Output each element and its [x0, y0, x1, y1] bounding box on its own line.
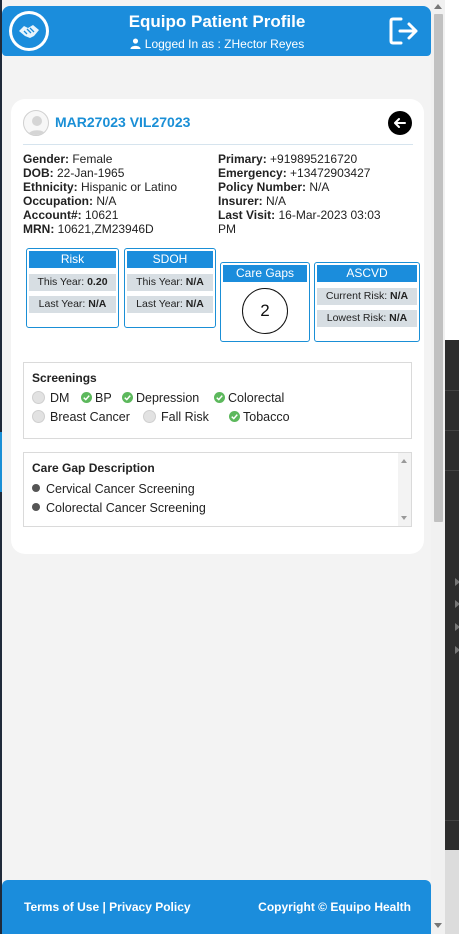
patient-name: MAR27023 VIL27023	[55, 114, 191, 130]
bullet-icon	[32, 503, 40, 511]
risk-panel: Risk This Year: 0.20 Last Year: N/A	[26, 248, 119, 328]
scroll-down-arrow-icon[interactable]	[434, 923, 442, 928]
header-bar: Equipo Patient Profile Logged In as : ZH…	[2, 6, 431, 56]
footer-links: Terms of Use | Privacy Policy	[24, 900, 191, 914]
care-gaps-title: Care Gaps	[223, 265, 307, 282]
sdoh-panel: SDOH This Year: N/A Last Year: N/A	[124, 248, 216, 328]
gender-row: Gender: Female	[23, 152, 113, 166]
occupation-row: Occupation: N/A	[23, 194, 117, 208]
user-icon	[130, 38, 141, 49]
ascvd-current-risk: Current Risk: N/A	[317, 288, 417, 305]
patient-demographics: Gender: Female DOB: 22-Jan-1965 Ethnicit…	[23, 152, 213, 236]
care-gaps-panel[interactable]: Care Gaps 2	[220, 262, 310, 342]
sdoh-title: SDOH	[127, 251, 213, 268]
divider	[23, 144, 413, 145]
mrn-row: MRN: 10621,ZM23946D	[23, 222, 154, 236]
privacy-policy-link[interactable]: Privacy Policy	[109, 900, 190, 914]
insurer-row: Insurer: N/A	[218, 194, 287, 208]
description-scrollbar[interactable]	[398, 453, 411, 526]
risk-this-year: This Year: 0.20	[29, 274, 116, 291]
patient-avatar	[23, 110, 49, 136]
not-done-icon	[143, 410, 156, 423]
check-icon	[122, 392, 133, 403]
sdoh-last-year: Last Year: N/A	[127, 296, 213, 313]
copyright-text: Copyright © Equipo Health	[258, 900, 411, 914]
bullet-icon	[32, 484, 40, 492]
screening-dm: DM	[32, 390, 69, 406]
scroll-down-arrow-icon[interactable]	[401, 516, 407, 520]
screening-breast-cancer: Breast Cancer	[32, 409, 130, 425]
check-icon	[229, 411, 240, 422]
screening-colorectal: Colorectal	[214, 390, 284, 406]
risk-title: Risk	[29, 251, 116, 268]
check-icon	[214, 392, 225, 403]
scroll-up-arrow-icon[interactable]	[401, 459, 407, 463]
screenings-title: Screenings	[32, 371, 97, 385]
back-arrow-icon[interactable]	[388, 111, 412, 135]
not-done-icon	[32, 391, 45, 404]
background-bottom-panel	[445, 850, 459, 934]
screening-bp: BP	[81, 390, 112, 406]
logged-in-user: Logged In as : ZHector Reyes	[62, 37, 372, 51]
screening-depression: Depression	[122, 390, 199, 406]
list-item: Colorectal Cancer Screening	[32, 500, 206, 516]
care-gap-description-box[interactable]: Care Gap Description Cervical Cancer Scr…	[23, 452, 412, 527]
ethnicity-row: Ethnicity: Hispanic or Latino	[23, 180, 178, 194]
screening-tobacco: Tobacco	[229, 409, 290, 425]
sdoh-this-year: This Year: N/A	[127, 274, 213, 291]
logout-icon[interactable]	[389, 16, 421, 46]
not-done-icon	[32, 410, 45, 423]
list-item: Cervical Cancer Screening	[32, 481, 195, 497]
care-gaps-count[interactable]: 2	[242, 288, 288, 334]
patient-card: MAR27023 VIL27023 Gender: Female DOB: 22…	[11, 99, 424, 554]
check-icon	[81, 392, 92, 403]
ascvd-panel: ASCVD Current Risk: N/A Lowest Risk: N/A	[314, 262, 420, 342]
background-dark-panel	[445, 340, 459, 850]
ascvd-title: ASCVD	[317, 265, 417, 282]
care-gap-description-title: Care Gap Description	[32, 461, 155, 475]
policy-number-row: Policy Number: N/A	[218, 180, 330, 194]
terms-of-use-link[interactable]: Terms of Use	[24, 900, 99, 914]
screening-fall-risk: Fall Risk	[143, 409, 209, 425]
risk-last-year: Last Year: N/A	[29, 296, 116, 313]
primary-phone-row: Primary: +919895216720	[218, 152, 358, 166]
app-title: Equipo Patient Profile	[128, 12, 306, 31]
emergency-phone-row: Emergency: +13472903427	[218, 166, 371, 180]
account-row: Account#: 10621	[23, 208, 119, 222]
window-scrollbar[interactable]	[431, 0, 445, 934]
scroll-thumb[interactable]	[434, 14, 443, 522]
logo-handshake-icon	[9, 11, 49, 51]
footer-bar: Terms of Use | Privacy Policy Copyright …	[2, 880, 431, 934]
patient-contact: Primary: +919895216720 Emergency: +13472…	[218, 152, 398, 236]
footer-divider: |	[99, 900, 110, 914]
logged-in-text: Logged In as : ZHector Reyes	[144, 37, 305, 51]
dob-row: DOB: 22-Jan-1965	[23, 166, 125, 180]
last-visit-row: Last Visit: 16-Mar-2023 03:03 PM	[218, 208, 381, 236]
patient-profile-window: Equipo Patient Profile Logged In as : ZH…	[2, 0, 445, 934]
ascvd-lowest-risk: Lowest Risk: N/A	[317, 310, 417, 327]
screenings-box: Screenings DM BP Depression Colorectal B…	[23, 362, 412, 439]
scroll-up-arrow-icon[interactable]	[434, 4, 442, 9]
